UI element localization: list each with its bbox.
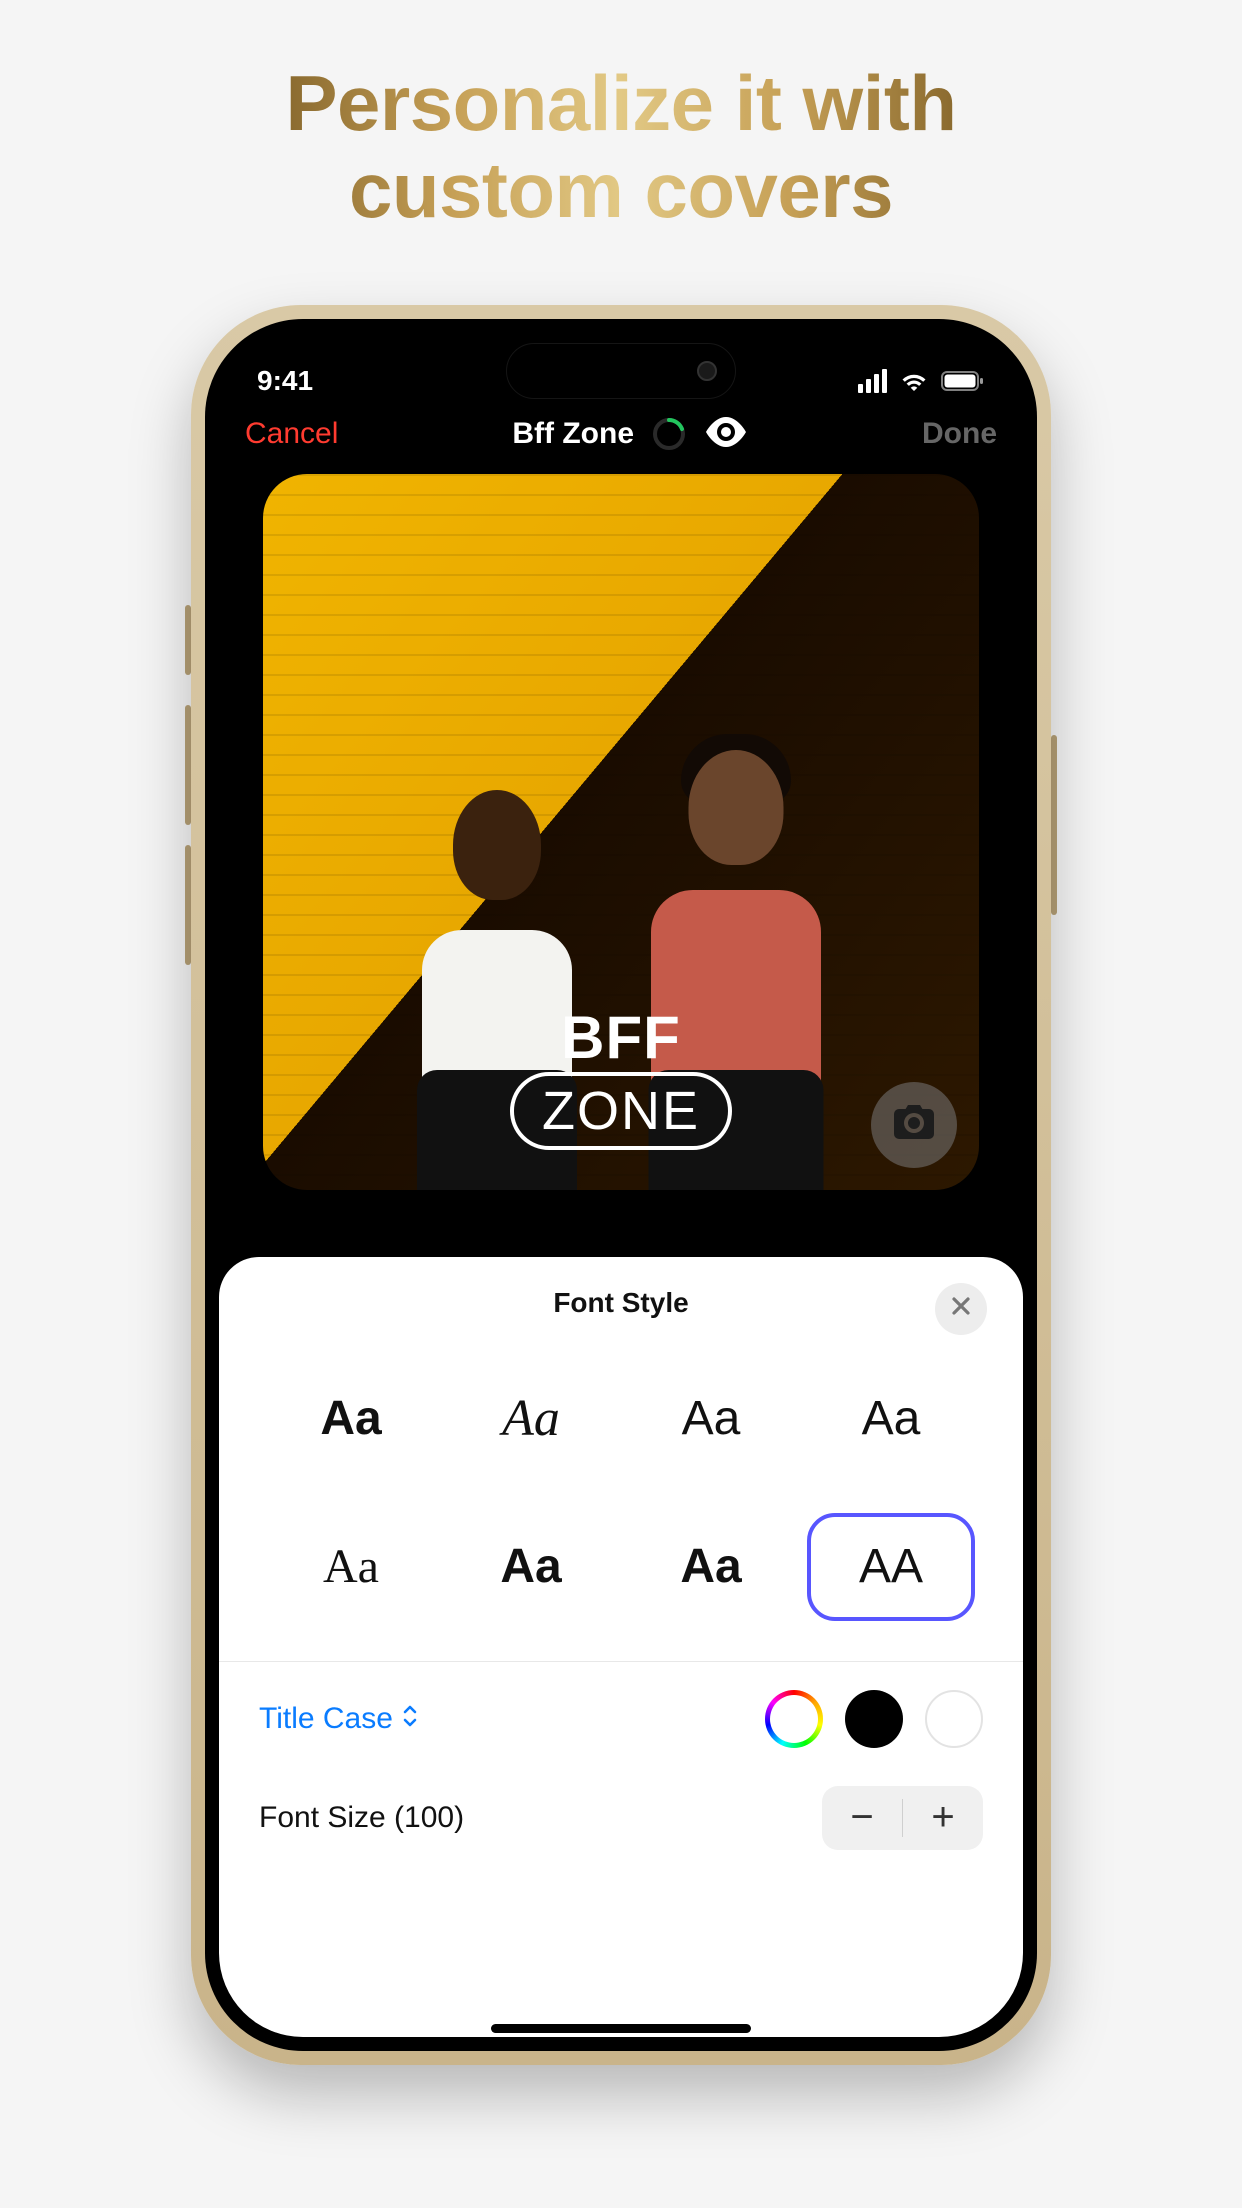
status-time: 9:41 (257, 365, 313, 397)
battery-icon (941, 370, 985, 392)
cover-title-line2: ZONE (510, 1072, 732, 1150)
progress-ring-icon (652, 417, 686, 451)
preview-eye-icon[interactable] (704, 417, 748, 452)
cellular-signal-icon (858, 369, 887, 393)
color-swatch-black[interactable] (845, 1690, 903, 1748)
updown-chevron-icon (401, 1702, 419, 1736)
phone-side-button (1051, 735, 1057, 915)
done-button[interactable]: Done (922, 417, 997, 451)
font-option[interactable]: Aa (447, 1513, 615, 1621)
sheet-title: Font Style (553, 1287, 688, 1319)
close-icon (950, 1295, 972, 1322)
case-and-color-row: Title Case (255, 1662, 987, 1776)
phone-frame: 9:41 Cancel Bff Zone (191, 305, 1051, 2065)
change-photo-button[interactable] (871, 1082, 957, 1168)
minus-icon: − (850, 1795, 873, 1840)
title-case-button[interactable]: Title Case (259, 1702, 419, 1736)
font-size-stepper: − + (822, 1786, 983, 1850)
color-swatch-white[interactable] (925, 1690, 983, 1748)
cover-image[interactable]: BFF ZONE (263, 474, 979, 1190)
promo-line-1: Personalize it with (286, 59, 957, 147)
close-sheet-button[interactable] (935, 1283, 987, 1335)
color-swatches (765, 1690, 983, 1748)
dynamic-island (506, 343, 736, 399)
font-option[interactable]: Aa (447, 1365, 615, 1473)
title-case-label: Title Case (259, 1702, 393, 1736)
home-indicator[interactable] (491, 2024, 751, 2033)
font-option[interactable]: Aa (267, 1365, 435, 1473)
header-center: Bff Zone (512, 417, 748, 452)
font-options-grid: Aa Aa Aa Aa Aa Aa Aa AA (255, 1337, 987, 1661)
cover-title-line1: BFF (510, 1008, 732, 1068)
color-picker-button[interactable] (765, 1690, 823, 1748)
increase-size-button[interactable]: + (903, 1786, 983, 1850)
cover-area: BFF ZONE (205, 474, 1037, 1190)
plus-icon: + (931, 1795, 954, 1840)
promo-headline: Personalize it with custom covers (286, 60, 957, 235)
decrease-size-button[interactable]: − (822, 1786, 902, 1850)
wifi-icon (899, 370, 929, 392)
status-indicators (858, 369, 985, 393)
camera-icon (894, 1105, 934, 1144)
font-option-selected[interactable]: AA (807, 1513, 975, 1621)
phone-screen: 9:41 Cancel Bff Zone (205, 319, 1037, 2051)
font-option[interactable]: Aa (627, 1513, 795, 1621)
app-header: Cancel Bff Zone Done (205, 409, 1037, 474)
page-title: Bff Zone (512, 417, 634, 451)
promo-line-2: custom covers (349, 146, 893, 234)
font-option[interactable]: Aa (627, 1365, 795, 1473)
phone-device: 9:41 Cancel Bff Zone (191, 305, 1051, 2065)
font-option[interactable]: Aa (807, 1365, 975, 1473)
cover-title: BFF ZONE (510, 1008, 732, 1150)
sheet-header: Font Style (255, 1287, 987, 1337)
font-option[interactable]: Aa (267, 1513, 435, 1621)
cancel-button[interactable]: Cancel (245, 417, 338, 451)
font-size-label: Font Size (100) (259, 1801, 464, 1835)
font-size-row: Font Size (100) − + (255, 1776, 987, 1878)
font-style-sheet: Font Style Aa Aa Aa Aa Aa Aa Aa AA (219, 1257, 1023, 2037)
